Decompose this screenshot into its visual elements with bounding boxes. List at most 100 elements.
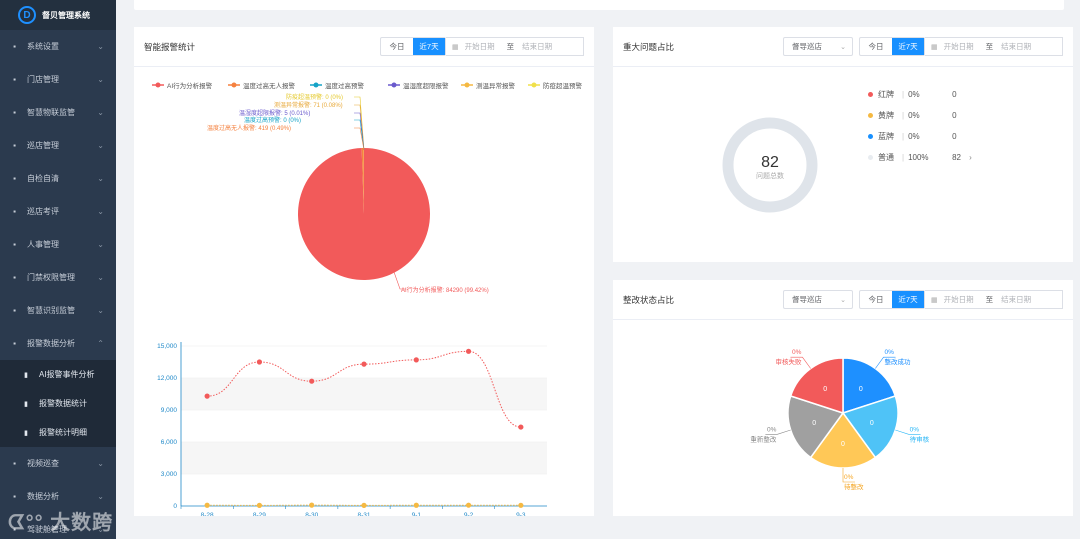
data-point[interactable]	[256, 359, 263, 365]
people-icon: ▪	[13, 240, 16, 249]
end-date-input[interactable]: 结束日期	[522, 41, 552, 52]
date-to-label: 至	[985, 295, 994, 304]
alarm-date-controls: 今日 近7天 ▦ 开始日期 至 结束日期	[380, 37, 584, 56]
separator: |	[902, 132, 905, 141]
x-tick-label: 8-30	[305, 512, 318, 516]
data-point[interactable]	[204, 502, 210, 508]
calendar-icon: ▦	[452, 43, 459, 51]
chevron-down-icon: ⌄	[97, 492, 104, 501]
legend-item[interactable]: 温度过高预警	[310, 81, 365, 90]
rect-date-range-picker[interactable]: ▦ 开始日期 至 结束日期	[925, 290, 1063, 309]
data-point[interactable]	[204, 393, 210, 399]
start-date-input[interactable]: 开始日期	[944, 294, 974, 305]
issue-percent: 0%	[908, 90, 920, 99]
sidebar-item-label: 人事管理	[27, 240, 59, 249]
last-7-days-button[interactable]: 近7天	[892, 38, 924, 55]
sidebar-item[interactable]: ▪ 视频巡查 ⌄	[0, 447, 116, 480]
store-select[interactable]: 督导巡店 ⌄	[783, 290, 853, 309]
sidebar-item[interactable]: ▮ 报警统计明细	[0, 418, 116, 447]
sidebar-item-label: 智慧物联监管	[27, 108, 75, 117]
legend-item[interactable]: 温湿度超限报警	[388, 81, 449, 90]
alarm-date-range-picker[interactable]: ▦ 开始日期 至 结束日期	[446, 37, 584, 56]
sidebar-item[interactable]: ▪ 巡店考评 ⌄	[0, 195, 116, 228]
chevron-down-icon: ⌄	[97, 273, 104, 282]
pie-slice[interactable]	[298, 148, 431, 280]
store-select[interactable]: 督导巡店 ⌄	[783, 37, 853, 56]
chevron-right-icon[interactable]: ›	[969, 153, 972, 162]
start-date-input[interactable]: 开始日期	[465, 41, 495, 52]
data-point[interactable]	[309, 378, 315, 384]
video-icon: ▪	[13, 459, 16, 468]
alarm-stats-title: 智能报警统计	[144, 41, 196, 52]
sidebar-item-label: 报警数据分析	[27, 339, 75, 348]
alarm-stats-panel: 智能报警统计 今日 近7天 ▦ 开始日期 至 结束日期 AI行为分析报警 温度过高…	[134, 27, 594, 516]
legend-item[interactable]: 防疫超温预警	[528, 81, 583, 90]
sidebar-item[interactable]: ▪ 智慧识别监管 ⌄	[0, 294, 116, 327]
sidebar-item-label: 系统设置	[27, 42, 59, 51]
legend-label: 防疫超温预警	[543, 81, 583, 90]
issue-percent: 0%	[908, 132, 920, 141]
legend-item[interactable]: 测温异常报警	[461, 81, 516, 90]
sidebar-item[interactable]: ▮ 报警数据统计	[0, 389, 116, 418]
sidebar-item[interactable]: ▪ 自检自清 ⌄	[0, 162, 116, 195]
rectification-panel: 整改状态占比 督导巡店 ⌄ 今日 近7天 ▦ 开始日期 至 结束日期 0 0 0 0 0 0…	[613, 280, 1073, 516]
rectification-pie-chart: 000000%整改成功0%待审核0%待整改0%重新整改0%审核失败	[750, 349, 930, 491]
data-point[interactable]	[413, 502, 419, 508]
data-point[interactable]	[361, 361, 367, 367]
sidebar-item[interactable]: ▪ 报警数据分析 ⌃	[0, 327, 116, 360]
sidebar-item[interactable]: ▮ AI报警事件分析	[0, 360, 116, 389]
chevron-down-icon: ⌄	[97, 75, 104, 84]
today-button[interactable]: 今日	[860, 291, 892, 308]
sidebar-item[interactable]: ▪ 巡店管理 ⌄	[0, 129, 116, 162]
sidebar-item[interactable]: ▪ 智慧物联监管 ⌄	[0, 96, 116, 129]
x-tick-label: 9-3	[516, 512, 526, 516]
data-point[interactable]	[465, 502, 472, 508]
issue-name: 蓝牌	[878, 132, 894, 141]
data-point[interactable]	[465, 348, 472, 354]
sidebar-item[interactable]: ▪ 系统设置 ⌄	[0, 30, 116, 63]
today-button[interactable]: 今日	[381, 38, 413, 55]
sidebar-item[interactable]: ▪ 人事管理 ⌄	[0, 228, 116, 261]
legend-item[interactable]: AI行为分析报警	[152, 81, 213, 90]
issue-donut-chart: 82问题总数	[722, 117, 818, 213]
today-button[interactable]: 今日	[860, 38, 892, 55]
pie-percent-label: 0%	[885, 349, 895, 356]
alarm-data-icon: ▪	[13, 339, 16, 348]
last-7-days-button[interactable]: 近7天	[413, 38, 445, 55]
start-date-input[interactable]: 开始日期	[944, 41, 974, 52]
data-point[interactable]	[413, 357, 419, 363]
legend-label: 温度过高预警	[325, 81, 365, 90]
data-point[interactable]	[256, 502, 263, 508]
legend-item[interactable]: 温度过高无人报警	[228, 81, 296, 90]
date-to-label: 至	[506, 42, 515, 51]
issue-legend-row: 黄牌 | 0% 0	[868, 105, 972, 126]
rectification-header: 整改状态占比 督导巡店 ⌄ 今日 近7天 ▦ 开始日期 至 结束日期	[613, 280, 1073, 320]
chevron-down-icon: ⌄	[97, 141, 104, 150]
data-point[interactable]	[518, 502, 524, 508]
sidebar-item-label: 巡店管理	[27, 141, 59, 150]
alarm-range-toggle: 今日 近7天	[380, 37, 446, 56]
sidebar-item[interactable]: ▪ 门禁权限管理 ⌄	[0, 261, 116, 294]
issue-legend-row[interactable]: 普通 | 100% 82 ›	[868, 147, 972, 168]
pie-name-label: 待审核	[910, 434, 930, 443]
x-tick-label: 9-2	[464, 512, 474, 516]
alarm-charts: AI行为分析报警 温度过高无人报警 温度过高预警 温湿度超限报警 测温异常报警 防疫超温预…	[152, 81, 583, 516]
last-7-days-button[interactable]: 近7天	[892, 291, 924, 308]
chevron-down-icon: ⌄	[97, 42, 104, 51]
pie-percent-label: 0%	[844, 474, 854, 481]
data-point[interactable]	[518, 424, 524, 430]
issue-date-range-picker[interactable]: ▦ 开始日期 至 结束日期	[925, 37, 1063, 56]
end-date-input[interactable]: 结束日期	[1001, 41, 1031, 52]
sidebar-item-label: 数据分析	[27, 492, 59, 501]
sidebar-item[interactable]: ▪ 门店管理 ⌄	[0, 63, 116, 96]
document-icon: ▮	[24, 371, 28, 379]
data-point[interactable]	[309, 502, 315, 508]
chevron-down-icon: ⌄	[97, 207, 104, 216]
data-point[interactable]	[361, 502, 367, 508]
x-tick-label: 9-1	[412, 512, 422, 516]
book-icon: ▮	[24, 429, 28, 437]
end-date-input[interactable]: 结束日期	[1001, 294, 1031, 305]
issue-percent: 0%	[908, 111, 920, 120]
y-tick-label: 6,000	[161, 439, 178, 446]
issue-count: 0	[952, 132, 957, 141]
